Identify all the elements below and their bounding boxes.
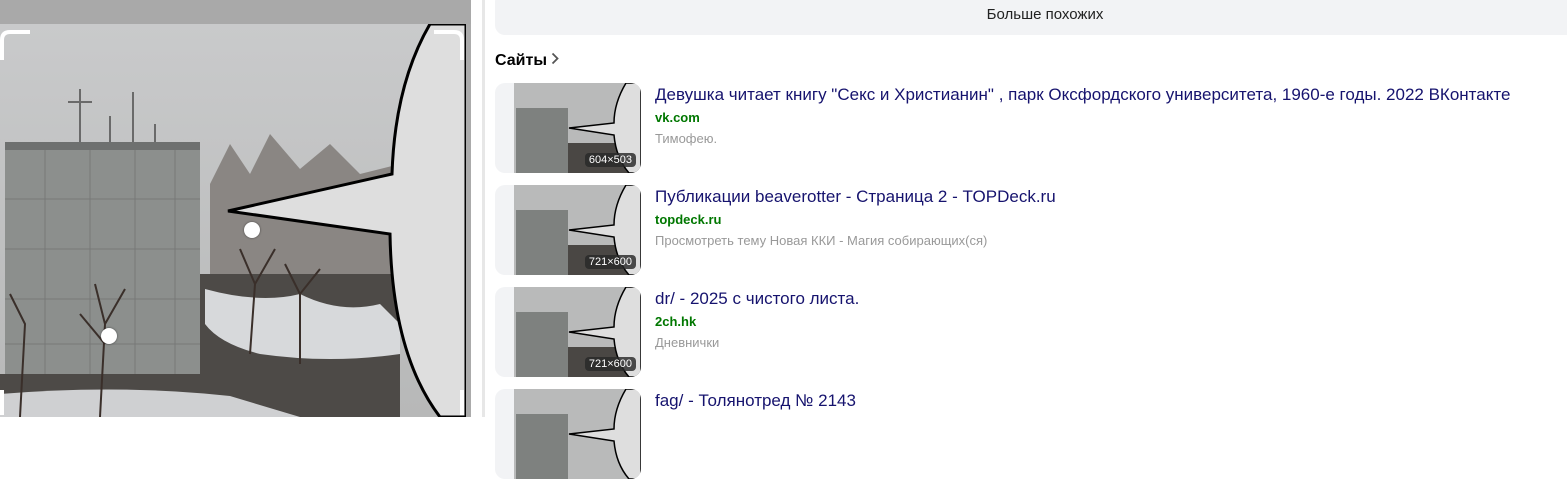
image-size-badge: 721×600 <box>584 255 636 269</box>
results-column: Больше похожих Сайты 604×503 Девушка чит… <box>495 0 1567 479</box>
chevron-right-icon <box>551 52 559 70</box>
site-result[interactable]: 604×503 Девушка читает книгу "Секс и Хри… <box>495 83 1567 173</box>
panel-divider <box>482 0 485 417</box>
result-domain[interactable]: vk.com <box>655 110 700 125</box>
image-size-badge: 604×503 <box>584 153 636 167</box>
result-thumbnail[interactable]: 721×600 <box>495 287 641 377</box>
sites-heading-link[interactable]: Сайты <box>495 52 559 70</box>
result-title-link[interactable]: Публикации beaverotter - Страница 2 - TO… <box>655 187 1056 207</box>
sites-heading: Сайты <box>495 52 547 69</box>
result-domain[interactable]: 2ch.hk <box>655 314 696 329</box>
image-preview-panel[interactable] <box>0 0 471 417</box>
result-title-link[interactable]: Девушка читает книгу "Секс и Христианин"… <box>655 85 1510 105</box>
object-marker[interactable] <box>244 222 260 238</box>
object-marker[interactable] <box>101 328 117 344</box>
site-result[interactable]: 721×600 Публикации beaverotter - Страниц… <box>495 185 1567 275</box>
site-result[interactable]: 721×600 dr/ - 2025 с чистого листа. 2ch.… <box>495 287 1567 377</box>
more-similar-label: Больше похожих <box>986 6 1104 23</box>
result-thumbnail[interactable]: 721×600 <box>495 185 641 275</box>
result-title-link[interactable]: dr/ - 2025 с чистого листа. <box>655 289 859 309</box>
result-snippet: Просмотреть тему Новая ККИ - Магия собир… <box>655 233 988 248</box>
preview-photo <box>0 24 466 417</box>
result-thumbnail[interactable] <box>495 389 641 479</box>
result-title-link[interactable]: fag/ - Толянотред № 2143 <box>655 391 856 411</box>
thumbnail-image <box>514 389 641 479</box>
site-result[interactable]: fag/ - Толянотред № 2143 <box>495 389 1567 479</box>
preview-top-strip <box>0 0 471 24</box>
more-similar-button[interactable]: Больше похожих <box>495 0 1567 35</box>
result-snippet: Тимофею. <box>655 131 718 146</box>
result-thumbnail[interactable]: 604×503 <box>495 83 641 173</box>
result-snippet: Дневнички <box>655 335 720 350</box>
image-size-badge: 721×600 <box>584 357 636 371</box>
result-domain[interactable]: topdeck.ru <box>655 212 721 227</box>
